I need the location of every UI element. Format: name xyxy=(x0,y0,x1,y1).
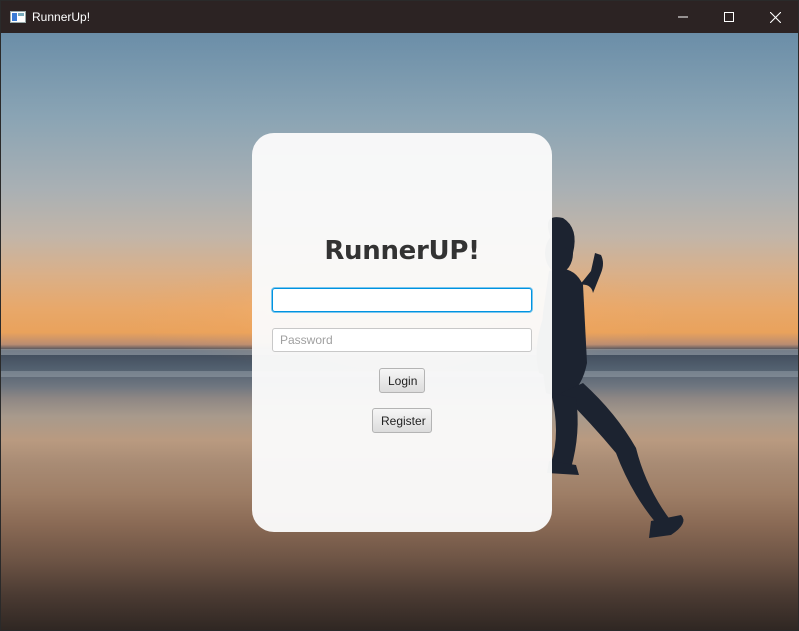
register-button[interactable]: Register xyxy=(372,408,432,433)
maximize-button[interactable] xyxy=(706,1,752,33)
password-input[interactable] xyxy=(272,328,532,352)
minimize-button[interactable] xyxy=(660,1,706,33)
close-icon xyxy=(769,11,781,23)
app-icon xyxy=(10,11,26,23)
window-controls xyxy=(660,1,798,33)
app-heading: RunnerUP! xyxy=(324,236,480,266)
username-input[interactable] xyxy=(272,288,532,312)
close-button[interactable] xyxy=(752,1,798,33)
window-title: RunnerUp! xyxy=(32,10,91,24)
app-window: RunnerUp! RunnerUP! Login Register xyxy=(0,0,799,631)
title-bar[interactable]: RunnerUp! xyxy=(1,1,798,33)
login-card: RunnerUP! Login Register xyxy=(252,133,552,532)
minimize-icon xyxy=(678,16,688,18)
maximize-icon xyxy=(724,12,734,22)
login-button[interactable]: Login xyxy=(379,368,425,393)
